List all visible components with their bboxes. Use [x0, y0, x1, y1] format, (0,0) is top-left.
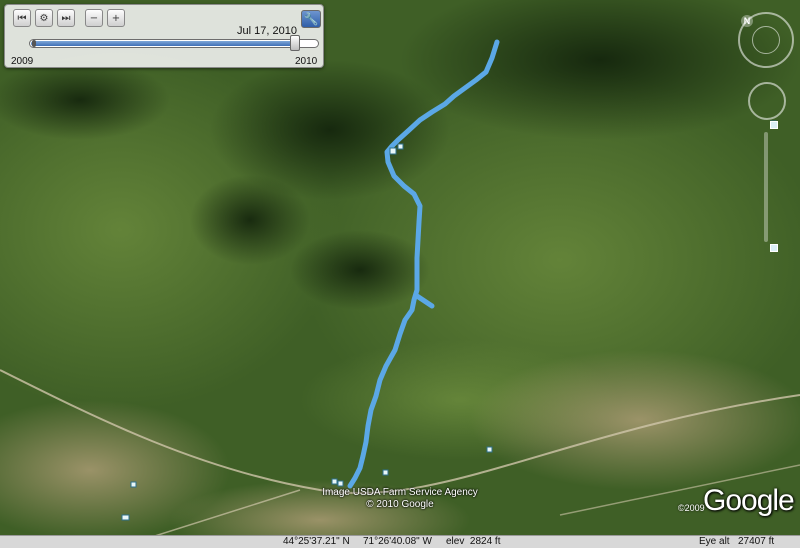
- placemark-icon: [397, 143, 404, 150]
- placemark-icon: [486, 446, 493, 453]
- status-bar: 44°25'37.21" N 71°26'40.08" W elev 2824 …: [0, 535, 800, 548]
- time-slider-track[interactable]: [29, 35, 319, 51]
- logo-year: ©2009: [678, 503, 705, 513]
- credit-line-2: © 2010 Google: [366, 499, 434, 510]
- look-joystick[interactable]: [752, 26, 780, 54]
- forward-icon[interactable]: ⏭: [57, 9, 75, 27]
- elevation-readout: elev 2824 ft: [446, 536, 501, 547]
- google-logo: Google: [703, 484, 795, 517]
- eye-alt-label: Eye alt: [699, 536, 730, 547]
- north-indicator[interactable]: N: [741, 15, 753, 27]
- zoom-in-icon[interactable]: +: [107, 9, 125, 27]
- eye-alt-value: 27407 ft: [738, 536, 775, 547]
- placemark-icon: [331, 478, 338, 485]
- imagery-credits: Image USDA Farm Service Agency © 2010 Go…: [250, 487, 550, 511]
- time-slider-fill: [31, 41, 296, 46]
- satellite-map[interactable]: [0, 0, 800, 547]
- time-slider-thumb[interactable]: [290, 35, 300, 51]
- range-end-label: 2010: [295, 56, 318, 67]
- zoom-plus-icon[interactable]: [770, 121, 778, 129]
- move-control-ring[interactable]: [748, 82, 786, 120]
- latitude-readout: 44°25'37.21" N: [283, 536, 350, 547]
- placemark-icon: [130, 481, 137, 488]
- slider-date-label: Jul 17, 2010: [237, 25, 297, 37]
- zoom-slider[interactable]: [764, 132, 768, 242]
- zoom-out-icon[interactable]: −: [85, 9, 103, 27]
- time-slider-start-marker[interactable]: [32, 40, 36, 47]
- rewind-icon[interactable]: ⏮: [13, 9, 31, 27]
- settings-gear-icon[interactable]: ⚙: [35, 9, 53, 27]
- longitude-readout: 71°26'40.08" W: [363, 536, 432, 547]
- time-slider-panel: ⏮ ⚙ ⏭ − + 🔧 Jul 17, 2010 2009 2010: [4, 4, 324, 68]
- placemark-icon: [337, 480, 344, 487]
- zoom-minus-icon[interactable]: [770, 244, 778, 252]
- credit-line-1: Image USDA Farm Service Agency: [322, 487, 478, 498]
- placemark-icon: [382, 469, 389, 476]
- placemark-icon: [121, 514, 130, 521]
- wrench-icon[interactable]: 🔧: [301, 10, 321, 28]
- range-start-label: 2009: [11, 56, 34, 67]
- placemark-icon: [389, 147, 397, 155]
